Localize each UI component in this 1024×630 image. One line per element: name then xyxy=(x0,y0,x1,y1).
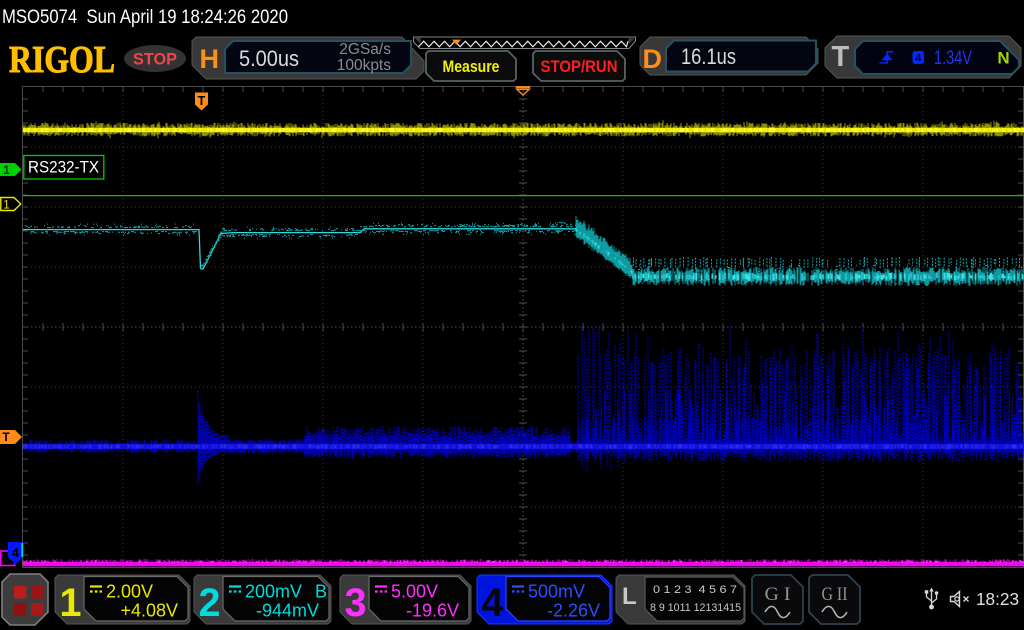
svg-text:4: 4 xyxy=(915,53,922,65)
svg-text:RIGOL: RIGOL xyxy=(9,39,115,81)
svg-text:5.00V: 5.00V xyxy=(391,582,438,602)
svg-text:2: 2 xyxy=(199,581,221,625)
svg-text:STOP: STOP xyxy=(133,50,177,69)
svg-text:3: 3 xyxy=(345,581,367,625)
svg-text:N: N xyxy=(997,49,1009,68)
svg-text:G I: G I xyxy=(765,584,791,605)
svg-text:16.1us: 16.1us xyxy=(681,44,736,69)
svg-text:T: T xyxy=(198,94,206,108)
svg-text:D: D xyxy=(643,44,663,74)
svg-text:L: L xyxy=(622,583,637,610)
svg-text:18:23: 18:23 xyxy=(976,589,1019,609)
svg-text:1: 1 xyxy=(3,165,10,177)
svg-text:-944mV: -944mV xyxy=(256,601,319,621)
svg-text:100kpts: 100kpts xyxy=(337,57,392,74)
svg-text:RS232-TX: RS232-TX xyxy=(28,159,99,177)
svg-text:+4.08V: +4.08V xyxy=(120,601,178,621)
svg-text:-19.6V: -19.6V xyxy=(406,601,459,621)
svg-text:-2.26V: -2.26V xyxy=(547,601,600,621)
svg-text:H: H xyxy=(200,44,220,74)
svg-text:5.00us: 5.00us xyxy=(239,46,299,71)
svg-text:0 1 2 3 4 5 6 7: 0 1 2 3 4 5 6 7 xyxy=(653,584,737,596)
svg-text:8 9 1011 12131415: 8 9 1011 12131415 xyxy=(650,602,741,614)
svg-text:2.00V: 2.00V xyxy=(106,582,153,602)
svg-text:1: 1 xyxy=(3,199,9,211)
svg-text:G II: G II xyxy=(822,584,848,605)
svg-text:1: 1 xyxy=(60,581,82,625)
svg-text:STOP/RUN: STOP/RUN xyxy=(541,57,618,76)
svg-text:4: 4 xyxy=(482,581,505,625)
svg-text:2GSa/s: 2GSa/s xyxy=(339,41,391,58)
svg-text:4: 4 xyxy=(12,546,19,560)
svg-text:T: T xyxy=(2,430,10,444)
svg-text:B: B xyxy=(315,582,327,602)
svg-text:MSO5074 Sun April 19 18:24:26: MSO5074 Sun April 19 18:24:26 2020 xyxy=(2,7,288,28)
svg-text:1.34V: 1.34V xyxy=(934,48,972,69)
svg-text:500mV: 500mV xyxy=(528,582,585,602)
svg-text:T: T xyxy=(832,41,850,73)
svg-text:200mV: 200mV xyxy=(245,582,302,602)
svg-text:Measure: Measure xyxy=(443,57,500,76)
